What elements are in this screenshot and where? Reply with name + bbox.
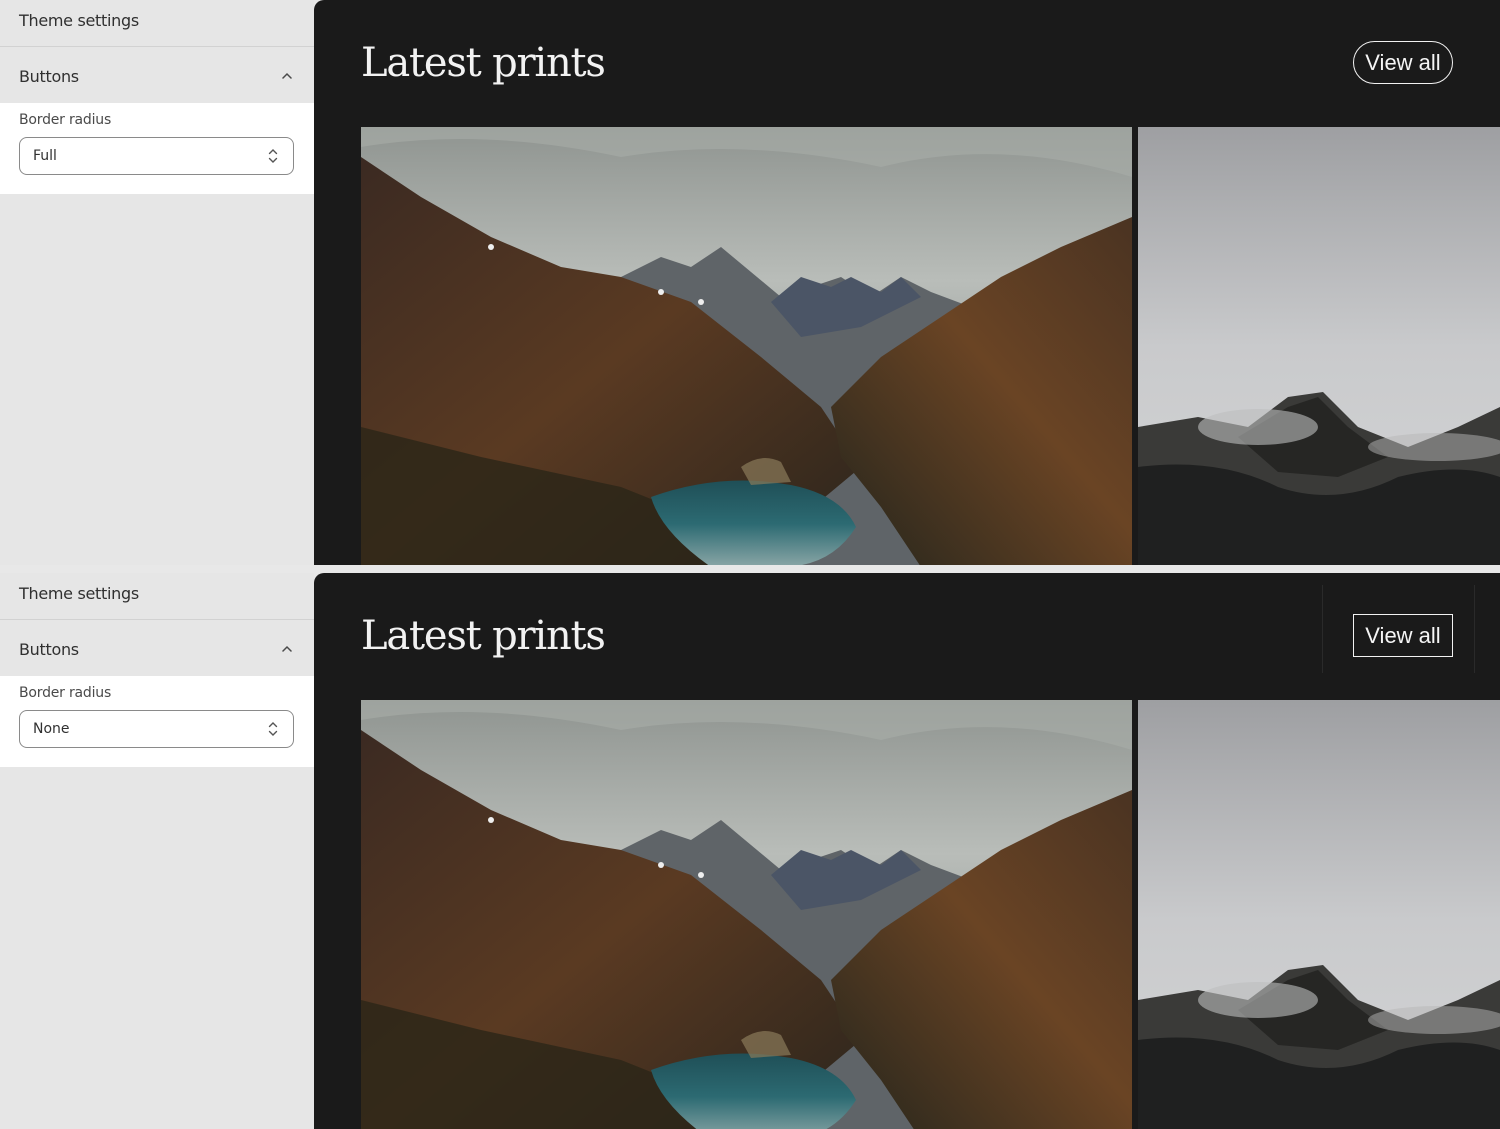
section-heading: Latest prints [361, 40, 606, 86]
guide-line [1474, 585, 1475, 673]
panel-divider [0, 565, 1500, 573]
panel-no-radius: Theme settings Buttons Border radius Non… [0, 573, 1500, 1129]
sidebar-title: Theme settings [0, 0, 314, 47]
product-image-valley[interactable] [361, 700, 1132, 1129]
panel-full-radius: Theme settings Buttons Border radius Ful… [0, 0, 1500, 565]
section-title: Buttons [19, 640, 79, 659]
product-image-valley[interactable] [361, 127, 1132, 565]
border-radius-select[interactable]: None [19, 710, 294, 748]
chevron-up-icon[interactable] [282, 644, 292, 654]
product-image-peak[interactable] [1138, 127, 1500, 565]
view-all-button[interactable]: View all [1353, 614, 1453, 657]
product-image-peak[interactable] [1138, 700, 1500, 1129]
section-heading: Latest prints [361, 613, 606, 659]
view-all-button[interactable]: View all [1353, 41, 1453, 84]
border-radius-setting: Border radius Full [0, 103, 314, 194]
section-header-buttons[interactable]: Buttons [0, 47, 314, 103]
border-radius-select[interactable]: Full [19, 137, 294, 175]
settings-sidebar: Theme settings Buttons Border radius Ful… [0, 0, 314, 565]
border-radius-setting: Border radius None [0, 676, 314, 767]
guide-line [1322, 585, 1323, 673]
select-value: Full [33, 148, 57, 164]
sidebar-title: Theme settings [0, 573, 314, 620]
select-arrows-icon [268, 149, 278, 163]
settings-sidebar: Theme settings Buttons Border radius Non… [0, 573, 314, 1129]
chevron-up-icon[interactable] [282, 71, 292, 81]
section-header-buttons[interactable]: Buttons [0, 620, 314, 676]
section-title: Buttons [19, 67, 79, 86]
select-value: None [33, 721, 70, 737]
border-radius-label: Border radius [19, 685, 112, 701]
storefront-preview: Latest prints View all [314, 573, 1500, 1129]
storefront-preview: Latest prints View all [314, 0, 1500, 565]
select-arrows-icon [268, 722, 278, 736]
border-radius-label: Border radius [19, 112, 112, 128]
